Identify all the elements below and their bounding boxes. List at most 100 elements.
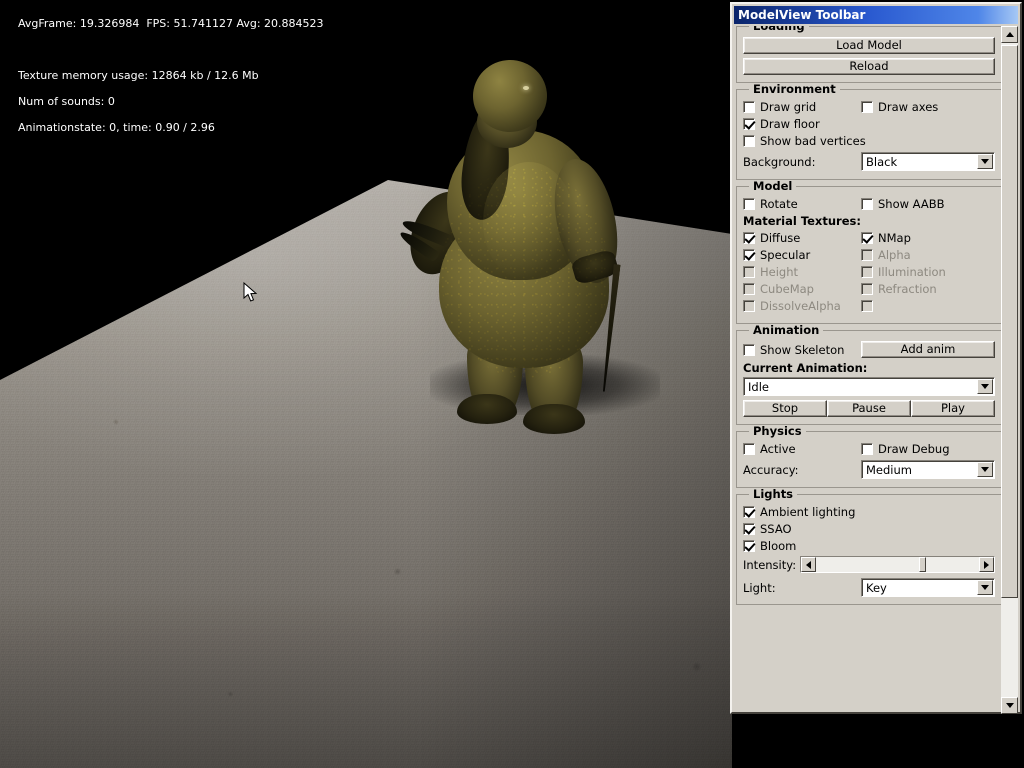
character-model[interactable] [395, 56, 645, 434]
scrollbar-thumb[interactable] [1001, 45, 1018, 598]
load-model-button[interactable]: Load Model [743, 37, 995, 54]
group-model: Model Rotate Show AABB Material Textures… [736, 180, 1002, 324]
slider-thumb[interactable] [919, 557, 927, 572]
model-speckle-detail [441, 168, 609, 378]
checkbox-ssao[interactable]: SSAO [743, 522, 792, 536]
intensity-label: Intensity: [743, 557, 797, 572]
chevron-down-icon[interactable] [977, 379, 993, 394]
checkbox-box [743, 198, 755, 210]
scroll-up-button[interactable] [1001, 26, 1018, 43]
checkbox-texture-dissolvealpha: DissolveAlpha [743, 299, 861, 313]
background-label: Background: [743, 154, 816, 169]
checkbox-label: CubeMap [760, 282, 814, 296]
checkbox-box [861, 232, 873, 244]
checkbox-texture-height: Height [743, 265, 861, 279]
stats-spacer [4, 43, 324, 56]
checkbox-box [861, 283, 873, 295]
chevron-down-icon[interactable] [977, 580, 993, 595]
checkbox-box [743, 232, 755, 244]
group-environment-title: Environment [749, 83, 840, 95]
checkbox-texture-unnamed [861, 300, 878, 312]
checkbox-show-bad-vertices[interactable]: Show bad vertices [743, 134, 866, 148]
checkbox-box [743, 300, 755, 312]
group-loading-title: Loading [749, 26, 809, 32]
chevron-down-icon[interactable] [977, 462, 993, 477]
checkbox-label: Show bad vertices [760, 134, 866, 148]
checkbox-draw-grid[interactable]: Draw grid [743, 100, 861, 114]
light-label: Light: [743, 580, 776, 595]
slider-left-arrow-icon[interactable] [801, 557, 817, 572]
checkbox-texture-specular[interactable]: Specular [743, 248, 861, 262]
play-button[interactable]: Play [911, 400, 995, 417]
add-anim-button[interactable]: Add anim [861, 341, 995, 358]
accuracy-select[interactable]: Medium [861, 460, 995, 479]
group-animation: Animation Show Skeleton Add anim Current… [736, 324, 1002, 425]
chevron-down-icon[interactable] [977, 154, 993, 169]
checkbox-box [743, 540, 755, 552]
modelview-toolbar-panel: ModelView Toolbar Loading Load Model Rel… [730, 2, 1022, 714]
toolbar-scroll-content: Loading Load Model Reload Environment Dr… [736, 26, 1002, 712]
group-model-title: Model [749, 180, 797, 192]
checkbox-texture-illumination: Illumination [861, 265, 946, 279]
checkbox-label: DissolveAlpha [760, 299, 841, 313]
toolbar-titlebar[interactable]: ModelView Toolbar [734, 6, 1018, 24]
checkbox-label: Specular [760, 248, 811, 262]
group-lights: Lights Ambient lighting SSAO Bloom Inten… [736, 488, 1002, 605]
checkbox-rotate[interactable]: Rotate [743, 197, 861, 211]
scroll-down-button[interactable] [1001, 697, 1018, 714]
group-physics: Physics Active Draw Debug Accuracy: Medi… [736, 425, 1002, 488]
checkbox-label: Show Skeleton [760, 342, 845, 357]
pause-button[interactable]: Pause [827, 400, 911, 417]
stats-line-sounds: Num of sounds: 0 [18, 95, 115, 108]
checkbox-draw-floor[interactable]: Draw floor [743, 117, 820, 131]
checkbox-label: Draw floor [760, 117, 820, 131]
checkbox-ambient-lighting[interactable]: Ambient lighting [743, 505, 855, 519]
texture-row: Diffuse NMap [743, 231, 995, 245]
reload-button[interactable]: Reload [743, 58, 995, 75]
toolbar-vertical-scrollbar[interactable] [1001, 26, 1018, 714]
checkbox-draw-debug[interactable]: Draw Debug [861, 442, 950, 456]
slider-right-arrow-icon[interactable] [979, 557, 994, 572]
stop-button[interactable]: Stop [743, 400, 827, 417]
checkbox-label: Active [760, 442, 796, 456]
checkbox-show-aabb[interactable]: Show AABB [861, 197, 945, 211]
background-select-value: Black [866, 154, 898, 169]
group-animation-title: Animation [749, 324, 824, 336]
stats-line-frame: AvgFrame: 19.326984 FPS: 51.741127 Avg: … [18, 17, 324, 30]
background-select[interactable]: Black [861, 152, 995, 171]
checkbox-label: Draw axes [878, 100, 939, 114]
checkbox-show-skeleton[interactable]: Show Skeleton [743, 343, 861, 357]
checkbox-label: Rotate [760, 197, 798, 211]
light-select-value: Key [866, 580, 887, 595]
current-animation-label: Current Animation: [743, 361, 868, 375]
material-textures-label: Material Textures: [743, 214, 861, 228]
checkbox-label: Illumination [878, 265, 946, 279]
checkbox-texture-cubemap: CubeMap [743, 282, 861, 296]
checkbox-box [743, 523, 755, 535]
checkbox-box [743, 343, 755, 356]
checkbox-label: Ambient lighting [760, 505, 856, 519]
model-eye [523, 86, 529, 90]
checkbox-label: Bloom [760, 539, 797, 553]
checkbox-label: Refraction [878, 282, 937, 296]
checkbox-box [743, 443, 755, 455]
checkbox-texture-diffuse[interactable]: Diffuse [743, 231, 861, 245]
texture-row: Specular Alpha [743, 248, 995, 262]
checkbox-box [743, 506, 755, 518]
checkbox-label: Draw grid [760, 100, 817, 114]
checkbox-bloom[interactable]: Bloom [743, 539, 796, 553]
checkbox-physics-active[interactable]: Active [743, 442, 861, 456]
checkbox-box [743, 135, 755, 147]
checkbox-box [861, 266, 873, 278]
toolbar-title: ModelView Toolbar [738, 8, 866, 22]
checkbox-box [743, 266, 755, 278]
accuracy-label: Accuracy: [743, 462, 799, 477]
checkbox-texture-nmap[interactable]: NMap [861, 231, 911, 245]
group-lights-title: Lights [749, 488, 798, 500]
light-select[interactable]: Key [861, 578, 995, 597]
intensity-slider[interactable] [800, 556, 995, 573]
checkbox-label: Height [760, 265, 799, 279]
current-animation-select[interactable]: Idle [743, 377, 995, 396]
checkbox-draw-axes[interactable]: Draw axes [861, 100, 938, 114]
scrollbar-track[interactable] [1001, 43, 1018, 697]
